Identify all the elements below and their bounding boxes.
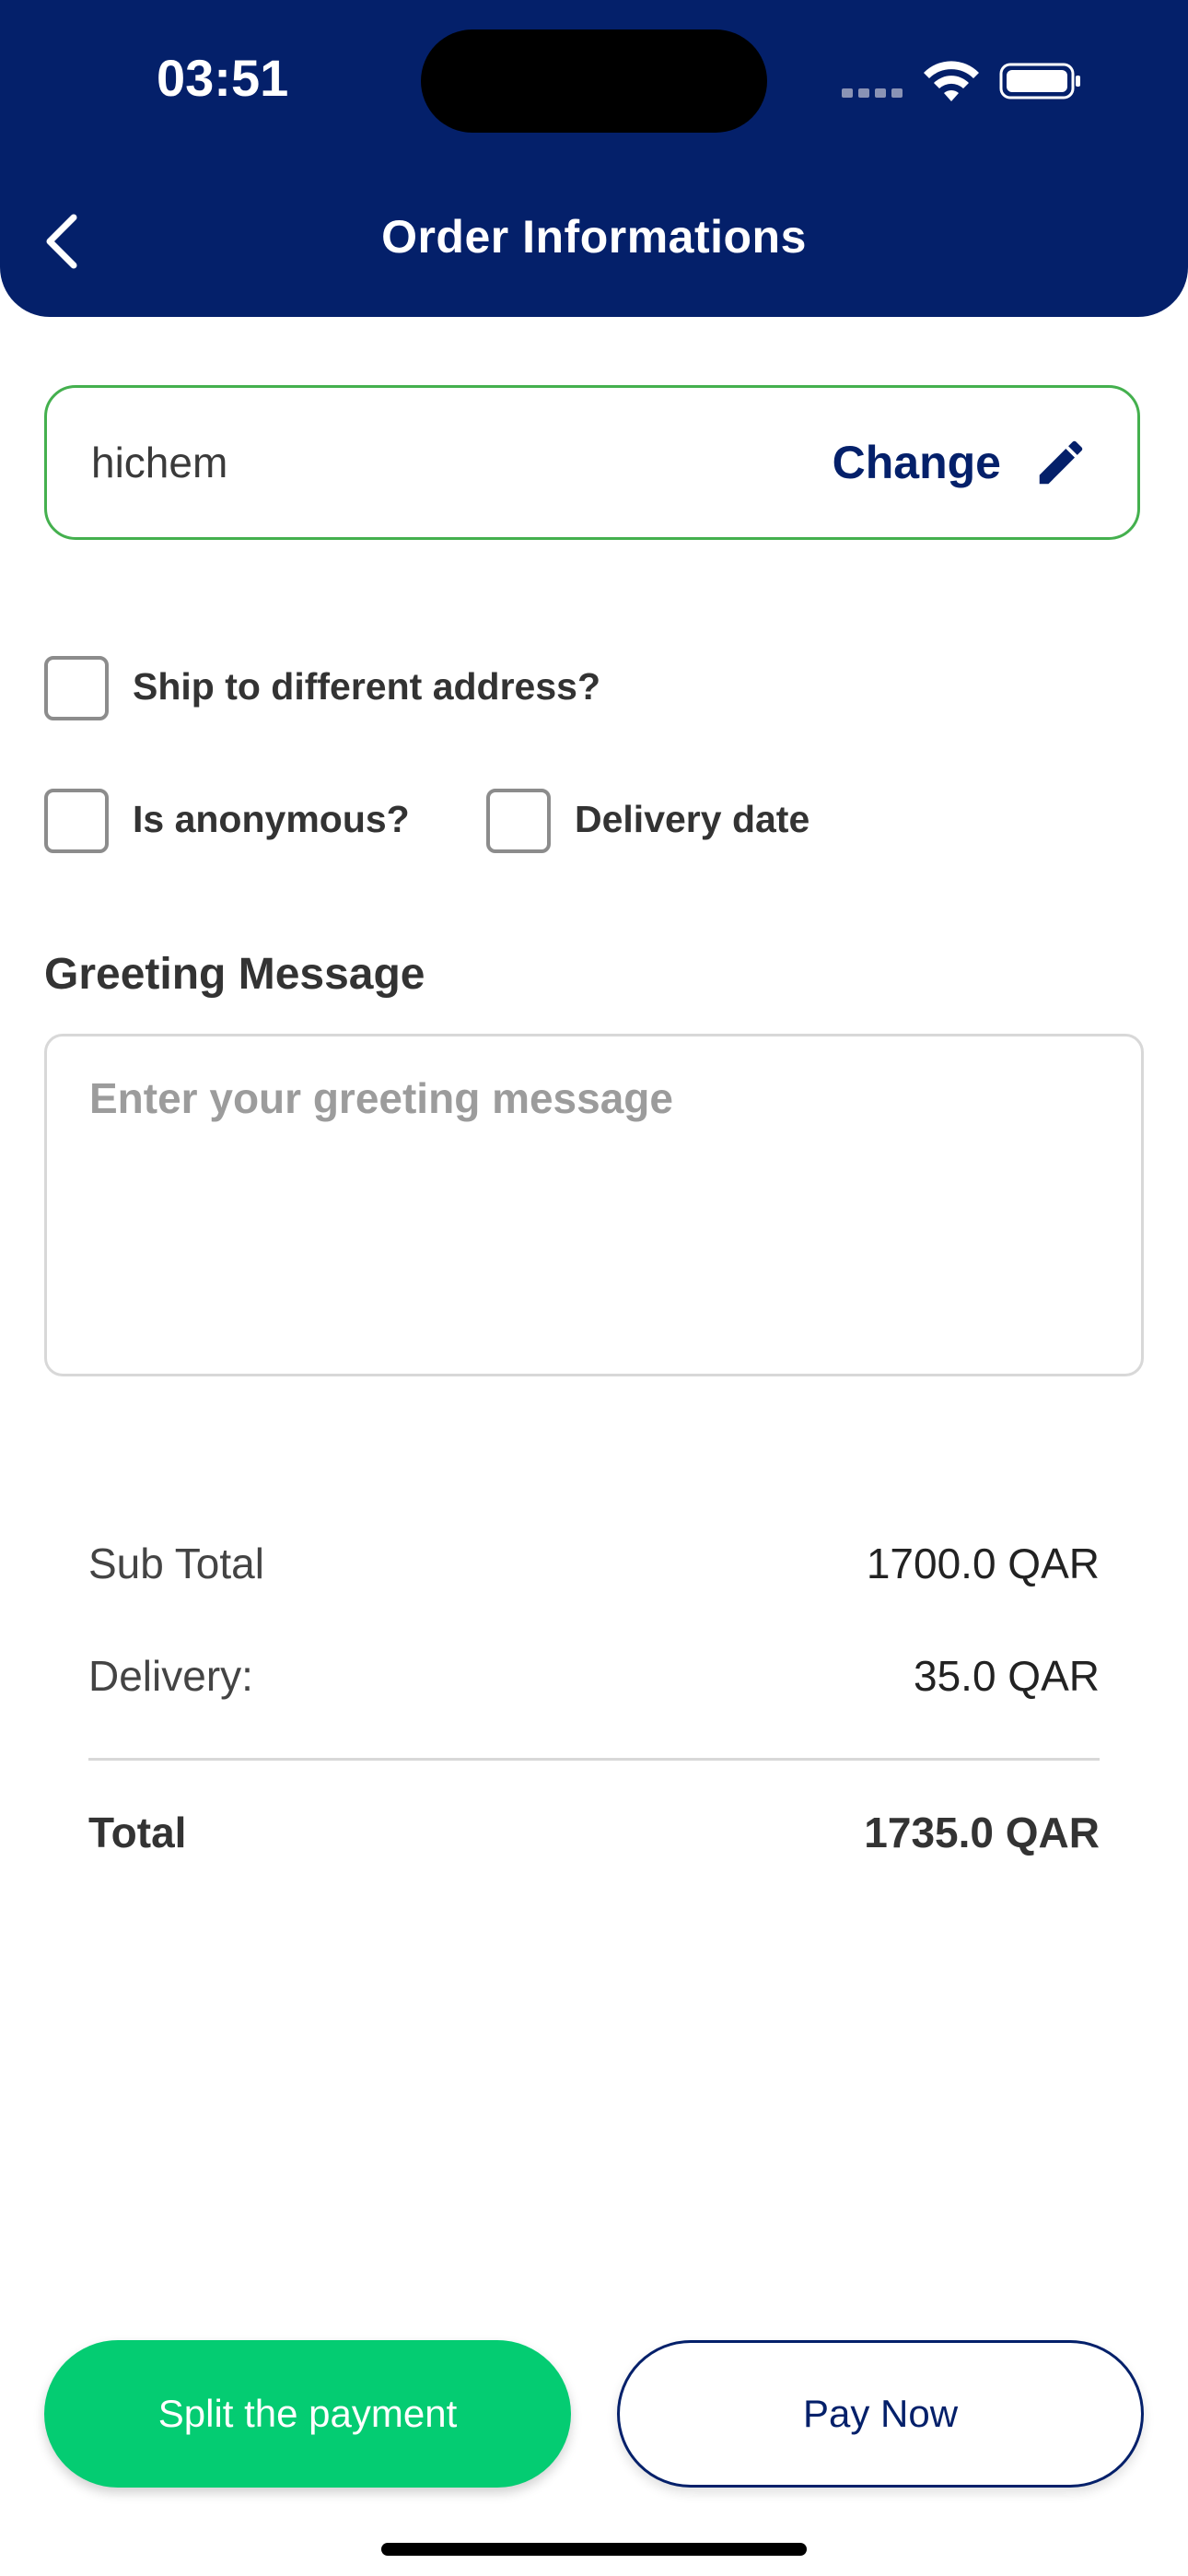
anonymous-label: Is anonymous? xyxy=(133,798,410,840)
recipient-name: hichem xyxy=(91,439,228,486)
split-payment-button[interactable]: Split the payment xyxy=(44,2340,571,2488)
total-label: Total xyxy=(88,1809,187,1856)
anonymous-checkbox[interactable] xyxy=(44,789,109,853)
wifi-icon xyxy=(924,61,979,101)
page-title: Order Informations xyxy=(381,211,807,263)
ship-different-label: Ship to different address? xyxy=(133,665,600,708)
battery-icon xyxy=(999,63,1080,100)
recipient-field[interactable]: hichem Change xyxy=(44,385,1140,540)
greeting-message-input[interactable] xyxy=(44,1034,1144,1376)
summary-divider xyxy=(88,1758,1100,1761)
cellular-signal-icon xyxy=(842,88,906,98)
change-button[interactable]: Change xyxy=(833,436,1001,489)
delivery-label: Delivery: xyxy=(88,1652,253,1700)
app-header: 03:51 Order Informations xyxy=(0,0,1188,317)
total-value: 1735.0 QAR xyxy=(864,1809,1100,1856)
greeting-title: Greeting Message xyxy=(44,950,425,999)
pencil-icon[interactable] xyxy=(1032,434,1089,491)
home-indicator[interactable] xyxy=(381,2543,807,2556)
status-time: 03:51 xyxy=(157,49,289,107)
delivery-date-label: Delivery date xyxy=(575,798,810,840)
subtotal-label: Sub Total xyxy=(88,1540,264,1587)
subtotal-value: 1700.0 QAR xyxy=(866,1540,1100,1587)
delivery-value: 35.0 QAR xyxy=(914,1652,1100,1700)
delivery-date-checkbox[interactable] xyxy=(486,789,551,853)
pay-now-button[interactable]: Pay Now xyxy=(617,2340,1144,2488)
ship-different-checkbox[interactable] xyxy=(44,656,109,720)
dynamic-island xyxy=(421,29,767,133)
